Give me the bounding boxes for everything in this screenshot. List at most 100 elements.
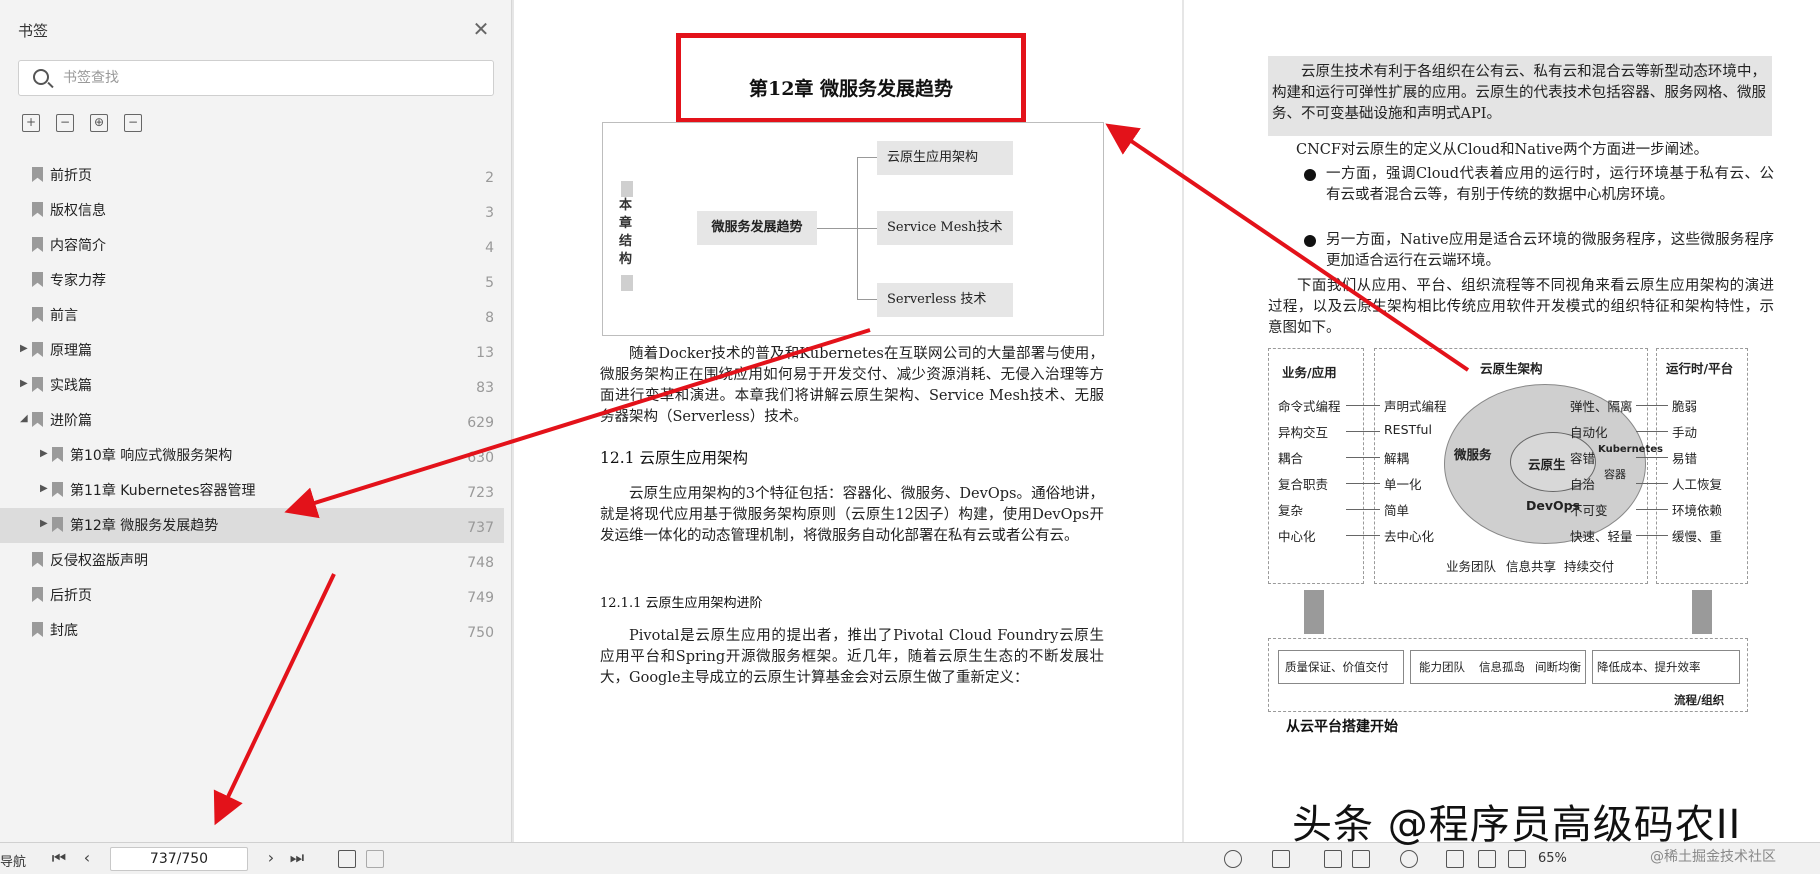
bookmark-sidebar: 书签 ✕ + − ⊕ − 前折页 2 版权信息 3 内容简介 4 专家力荐 5 前言 8 ▶ 原理篇 1…: [0, 0, 512, 842]
bookmark-item[interactable]: 封底 750: [0, 613, 504, 648]
bookmark-item[interactable]: 版权信息 3: [0, 193, 504, 228]
decor-block: [621, 275, 633, 291]
expand-arrow-icon[interactable]: ▶: [40, 483, 50, 494]
play-icon[interactable]: [1400, 850, 1418, 868]
bookmark-page-number: 629: [467, 415, 494, 431]
single-page-icon[interactable]: [1272, 850, 1290, 868]
bookmark-page-number: 750: [467, 625, 494, 641]
bookmark-page-number: 13: [476, 345, 494, 361]
delete-bookmark-icon[interactable]: −: [124, 114, 142, 132]
eye-icon[interactable]: [1224, 850, 1242, 868]
last-page-icon[interactable]: ⏭: [288, 849, 306, 867]
arch-left-item: 异构交互: [1278, 425, 1329, 440]
back-icon[interactable]: [338, 850, 356, 868]
bookmark-item[interactable]: 后折页 749: [0, 578, 504, 613]
next-page-icon[interactable]: ›: [262, 849, 280, 867]
bookmark-page-number: 83: [476, 380, 494, 396]
expand-arrow-icon[interactable]: ◢: [20, 413, 30, 424]
low-box-label: 质量保证、价值交付: [1285, 660, 1389, 674]
prev-page-icon[interactable]: ‹: [78, 849, 96, 867]
chapter-title-highlight-box: 第12章 微服务发展趋势: [676, 33, 1026, 123]
page-number-input[interactable]: 737/750: [110, 847, 248, 871]
expand-arrow-icon[interactable]: ▶: [40, 448, 50, 459]
arch-bottom-label: 业务团队: [1446, 559, 1497, 574]
arch-left-item: 命令式编程: [1278, 399, 1341, 414]
low-box-label: 间断均衡: [1535, 660, 1581, 674]
arch-right-title: 运行时/平台: [1666, 361, 1734, 376]
actual-size-icon[interactable]: [1446, 850, 1464, 868]
bullet-dot: [1304, 169, 1316, 181]
arch-mid-right-item: 不可变: [1570, 503, 1608, 518]
continuous-icon[interactable]: [1324, 850, 1342, 868]
bookmark-item[interactable]: ▶ 原理篇 13: [0, 333, 504, 368]
arch-mid-left-item: 声明式编程: [1384, 399, 1447, 414]
two-page-icon[interactable]: [1352, 850, 1370, 868]
arch-mid-right-item: 自动化: [1570, 425, 1608, 440]
bookmark-item[interactable]: ▶ 第11章 Kubernetes容器管理 723: [0, 473, 504, 508]
bookmark-icon: [32, 167, 43, 182]
zoom-level[interactable]: 65%: [1538, 851, 1567, 866]
bullet-text: 一方面，强调Cloud代表着应用的运行时，运行环境基于私有云、公有云或者混合云等…: [1326, 166, 1774, 203]
bookmark-icon: [32, 237, 43, 252]
arch-connector: [1636, 405, 1668, 406]
bookmark-label: 前折页: [50, 168, 92, 184]
expand-arrow-icon[interactable]: ▶: [20, 343, 30, 354]
document-viewport[interactable]: 第12章 微服务发展趋势 本章结构 微服务发展趋势 云原生应用架构 Servic…: [512, 0, 1820, 842]
fit-width-icon[interactable]: [1508, 850, 1526, 868]
arch-right-item: 缓慢、重: [1672, 529, 1723, 544]
add-bookmark-icon[interactable]: ⊕: [90, 114, 108, 132]
arch-mid-right-item: 自治: [1570, 477, 1596, 492]
paragraph: Pivotal是云原生应用的提出者，推出了Pivotal Cloud Found…: [600, 628, 1104, 686]
paragraph: CNCF对云原生的定义从Cloud和Native两个方面进一步阐述。: [1296, 142, 1709, 158]
arch-right-item: 环境依赖: [1672, 503, 1723, 518]
bookmark-icon: [52, 447, 63, 462]
bookmark-page-number: 748: [467, 555, 494, 571]
bookmark-item[interactable]: ▶ 第12章 微服务发展趋势 737: [0, 508, 504, 543]
bookmark-label: 内容简介: [50, 238, 106, 254]
section-heading: 12.1 云原生应用架构: [600, 449, 748, 467]
bookmark-page-number: 737: [467, 520, 494, 536]
forward-icon[interactable]: [366, 850, 384, 868]
bookmark-item[interactable]: ◢ 进阶篇 629: [0, 403, 504, 438]
expand-all-icon[interactable]: +: [22, 114, 40, 132]
arch-right-item: 人工恢复: [1672, 477, 1723, 492]
bookmark-page-number: 8: [485, 310, 494, 326]
bookmark-item[interactable]: ▶ 第10章 响应式微服务架构 630: [0, 438, 504, 473]
bookmark-icon: [32, 412, 43, 427]
diagram-branch-node: Service Mesh技术: [877, 211, 1013, 245]
expand-arrow-icon[interactable]: ▶: [20, 378, 30, 389]
paragraph: 云原生应用架构的3个特征包括：容器化、微服务、DevOps。通俗地讲，就是将现代…: [600, 486, 1104, 544]
fit-page-icon[interactable]: [1478, 850, 1496, 868]
bookmark-page-number: 3: [485, 205, 494, 221]
arch-right-item: 脆弱: [1672, 399, 1698, 414]
bookmark-item[interactable]: 专家力荐 5: [0, 263, 504, 298]
expand-arrow-icon[interactable]: ▶: [40, 518, 50, 529]
bookmark-label: 后折页: [50, 588, 92, 604]
arch-mid-left-item: RESTful: [1384, 422, 1432, 437]
up-down-arrow: [1304, 590, 1324, 634]
cloud-native-architecture-diagram: 业务/应用 云原生架构 运行时/平台 云原生 微服务 Kubernetes 容器…: [1268, 348, 1758, 722]
bookmark-search-input[interactable]: [63, 67, 483, 89]
bookmark-label: 原理篇: [50, 343, 92, 359]
bookmark-search-box[interactable]: [18, 60, 494, 96]
arch-connector: [1346, 509, 1380, 510]
arch-left-item: 复合职责: [1278, 477, 1329, 492]
bookmark-item[interactable]: 内容简介 4: [0, 228, 504, 263]
bookmark-item[interactable]: 反侵权盗版声明 748: [0, 543, 504, 578]
bookmark-tree: 前折页 2 版权信息 3 内容简介 4 专家力荐 5 前言 8 ▶ 原理篇 13 ▶ 实践篇 83 ◢ 进阶篇 62…: [0, 158, 512, 648]
bookmark-icon: [32, 377, 43, 392]
chapter-title: 第12章 微服务发展趋势: [748, 78, 954, 100]
bookmark-item[interactable]: ▶ 实践篇 83: [0, 368, 504, 403]
bookmark-page-number: 630: [467, 450, 494, 466]
bookmark-label: 第11章 Kubernetes容器管理: [70, 483, 256, 499]
bookmark-page-number: 4: [485, 240, 494, 256]
arch-connector: [1346, 457, 1380, 458]
first-page-icon[interactable]: ⏮: [50, 849, 68, 867]
bookmark-item[interactable]: 前折页 2: [0, 158, 504, 193]
bookmark-label: 第12章 微服务发展趋势: [70, 518, 219, 534]
collapse-all-icon[interactable]: −: [56, 114, 74, 132]
close-icon[interactable]: ✕: [470, 18, 492, 40]
arch-bottom-label: 持续交付: [1564, 559, 1615, 574]
bookmark-item[interactable]: 前言 8: [0, 298, 504, 333]
bookmark-icon: [32, 622, 43, 637]
